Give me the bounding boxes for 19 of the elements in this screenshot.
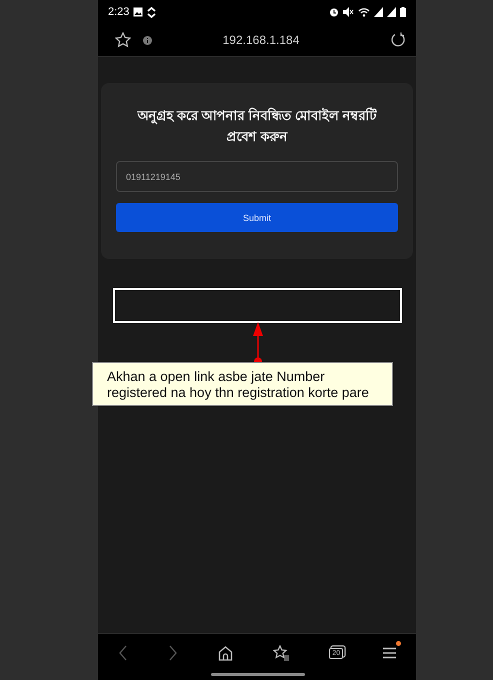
form-title: অনুগ্রহ করে আপনার নিবন্ধিত মোবাইল নম্বরটি প্রবেশ করুন — [136, 106, 378, 146]
bookmarks-icon[interactable] — [272, 645, 290, 661]
battery-icon — [400, 7, 406, 17]
status-time: 2:23 — [108, 6, 130, 18]
home-icon[interactable] — [218, 646, 233, 660]
info-icon[interactable] — [143, 36, 152, 44]
phone-field[interactable]: 01911219145 — [116, 161, 398, 192]
menu-icon[interactable] — [383, 647, 396, 659]
submit-button[interactable]: Submit — [116, 203, 398, 232]
reload-icon[interactable] — [390, 32, 406, 48]
star-icon[interactable] — [115, 32, 131, 48]
alarm-icon — [329, 7, 339, 17]
forward-icon[interactable] — [168, 645, 178, 661]
mute-icon — [343, 7, 354, 17]
back-icon[interactable] — [118, 645, 128, 661]
wifi-icon — [358, 7, 370, 17]
image-icon — [133, 7, 144, 17]
callout-note: Akhan a open link asbe jate Number registered na hoy thn registration korte pare — [92, 362, 393, 406]
chevrons-icon — [147, 6, 156, 18]
